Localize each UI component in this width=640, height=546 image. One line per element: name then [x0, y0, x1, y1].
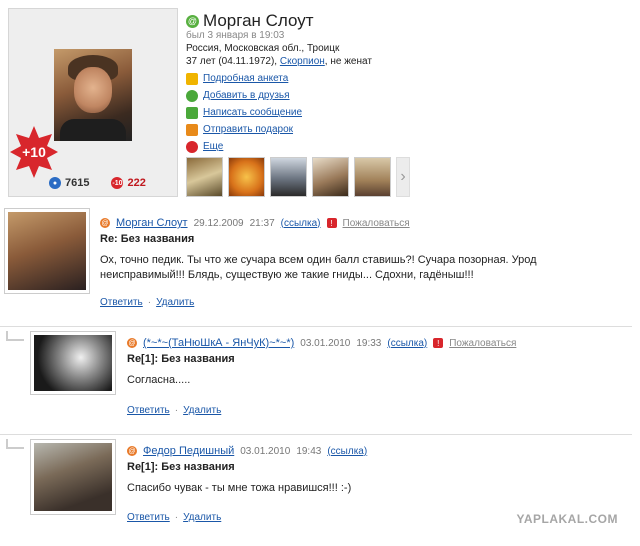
avatar-image [34, 335, 112, 391]
comment-actions: Ответить · Удалить [100, 297, 194, 308]
comment-header: @ Морган Слоут 29.12.2009 21:37 (ссылка)… [100, 217, 410, 229]
info-icon [186, 72, 198, 85]
minus-ten-icon: -10 [111, 177, 124, 189]
age: 37 лет (04.11.1972), [186, 56, 278, 67]
online-icon: @ [186, 14, 199, 28]
at-icon: @ [127, 338, 137, 348]
watermark: YAPLAKAL.COM [516, 512, 618, 526]
photo-thumb[interactable] [228, 157, 265, 197]
comment-time: 21:37 [249, 217, 275, 229]
comment-author[interactable]: Федор Педишный [143, 445, 234, 457]
photo-thumb[interactable] [312, 157, 349, 197]
comment-title: Re[1]: Без названия [127, 353, 235, 365]
profile-name-text: Морган Слоут [203, 11, 314, 30]
reply-arrow-icon [6, 331, 24, 341]
comment-permalink[interactable]: (ссылка) [327, 446, 367, 457]
action-gift-label[interactable]: Отправить подарок [203, 124, 293, 135]
complain-link[interactable]: Пожаловаться [449, 338, 516, 349]
comment: @ Морган Слоут 29.12.2009 21:37 (ссылка)… [0, 205, 632, 315]
link-separator: · [147, 297, 152, 308]
comment-time: 19:43 [296, 445, 322, 457]
comment-actions: Ответить · Удалить [127, 512, 221, 523]
action-details[interactable]: Подробная анкета [186, 72, 302, 85]
photo-thumb[interactable] [186, 157, 223, 197]
reply-link[interactable]: Ответить [127, 405, 170, 416]
action-more-label[interactable]: Еще [203, 141, 223, 152]
photos-next-button[interactable]: › [396, 157, 410, 197]
delete-link[interactable]: Удалить [156, 297, 194, 308]
stat-blue-value: 7615 [65, 177, 90, 189]
reply-link[interactable]: Ответить [100, 297, 143, 308]
comment-author[interactable]: Морган Слоут [116, 217, 188, 229]
age-line: 37 лет (04.11.1972), Скорпион, не женат [186, 56, 372, 67]
comment-text: Ох, точно педик. Ты что же сучара всем о… [100, 254, 537, 281]
coin-icon: ● [49, 177, 61, 189]
comment-text: Согласна..... [127, 374, 191, 386]
at-icon: @ [100, 218, 110, 228]
action-details-label[interactable]: Подробная анкета [203, 73, 288, 84]
action-gift[interactable]: Отправить подарок [186, 123, 302, 136]
action-more[interactable]: Еще [186, 140, 302, 153]
link-separator: · [174, 405, 179, 416]
zodiac-link[interactable]: Скорпион [280, 56, 325, 67]
comment-avatar[interactable] [30, 439, 116, 515]
comment-title: Re: Без названия [100, 233, 195, 245]
comment-time: 19:33 [356, 337, 382, 349]
photo-shirt [60, 119, 126, 141]
photo-face [74, 67, 112, 113]
comment-avatar[interactable] [4, 208, 90, 294]
comment-header: @ (*~*~(ТаНюШкА - ЯнЧуК)~*~*) 03.01.2010… [127, 337, 516, 349]
profile-photo[interactable] [54, 49, 132, 141]
rating-badge-icon: +10 [10, 126, 58, 178]
more-icon [186, 140, 198, 153]
avatar-image [8, 212, 86, 290]
warning-icon: ! [326, 218, 337, 228]
gift-icon [186, 123, 198, 136]
marital-status: , не женат [324, 56, 372, 67]
comment-date: 03.01.2010 [300, 337, 351, 349]
comment-permalink[interactable]: (ссылка) [387, 338, 427, 349]
action-add-friend-label[interactable]: Добавить в друзья [203, 90, 290, 101]
comment-author[interactable]: (*~*~(ТаНюШкА - ЯнЧуК)~*~*) [143, 337, 294, 349]
location: Россия, Московская обл., Троицк [186, 43, 340, 54]
warning-icon: ! [433, 338, 444, 348]
message-icon [186, 106, 198, 119]
comment-permalink[interactable]: (ссылка) [281, 218, 321, 229]
reply-link[interactable]: Ответить [127, 512, 170, 523]
action-message-label[interactable]: Написать сообщение [203, 107, 302, 118]
rating-badge-text: +10 [22, 144, 46, 160]
stats: ● 7615 -10 222 [49, 177, 146, 189]
comment: @ (*~*~(ТаНюШкА - ЯнЧуК)~*~*) 03.01.2010… [0, 326, 632, 422]
add-friend-icon [186, 89, 198, 102]
comment-date: 03.01.2010 [240, 445, 291, 457]
stat-blue: ● 7615 [49, 177, 89, 189]
stat-red-value: 222 [127, 177, 146, 189]
photo-thumb[interactable] [354, 157, 391, 197]
action-add-friend[interactable]: Добавить в друзья [186, 89, 302, 102]
complain-link[interactable]: Пожаловаться [343, 218, 410, 229]
reply-arrow-icon [6, 439, 24, 449]
delete-link[interactable]: Удалить [183, 405, 221, 416]
delete-link[interactable]: Удалить [183, 512, 221, 523]
profile-card: +10 ● 7615 -10 222 [8, 8, 178, 197]
comment-avatar[interactable] [30, 331, 116, 395]
comment-title: Re[1]: Без названия [127, 461, 235, 473]
comment-header: @ Федор Педишный 03.01.2010 19:43 (ссылк… [127, 445, 367, 457]
at-icon: @ [127, 446, 137, 456]
comment-actions: Ответить · Удалить [127, 405, 221, 416]
profile-name: @ Морган Слоут [186, 11, 314, 31]
photo-thumb[interactable] [270, 157, 307, 197]
link-separator: · [174, 512, 179, 523]
stat-red: -10 222 [111, 177, 146, 189]
action-message[interactable]: Написать сообщение [186, 106, 302, 119]
comment-date: 29.12.2009 [193, 217, 244, 229]
profile-actions: Подробная анкета Добавить в друзья Напис… [186, 72, 302, 153]
avatar-image [34, 443, 112, 511]
comment-text: Спасибо чувак - ты мне тожа нравишся!!! … [127, 482, 352, 494]
last-seen: был 3 января в 19:03 [186, 30, 285, 41]
photo-strip: › [186, 157, 410, 197]
